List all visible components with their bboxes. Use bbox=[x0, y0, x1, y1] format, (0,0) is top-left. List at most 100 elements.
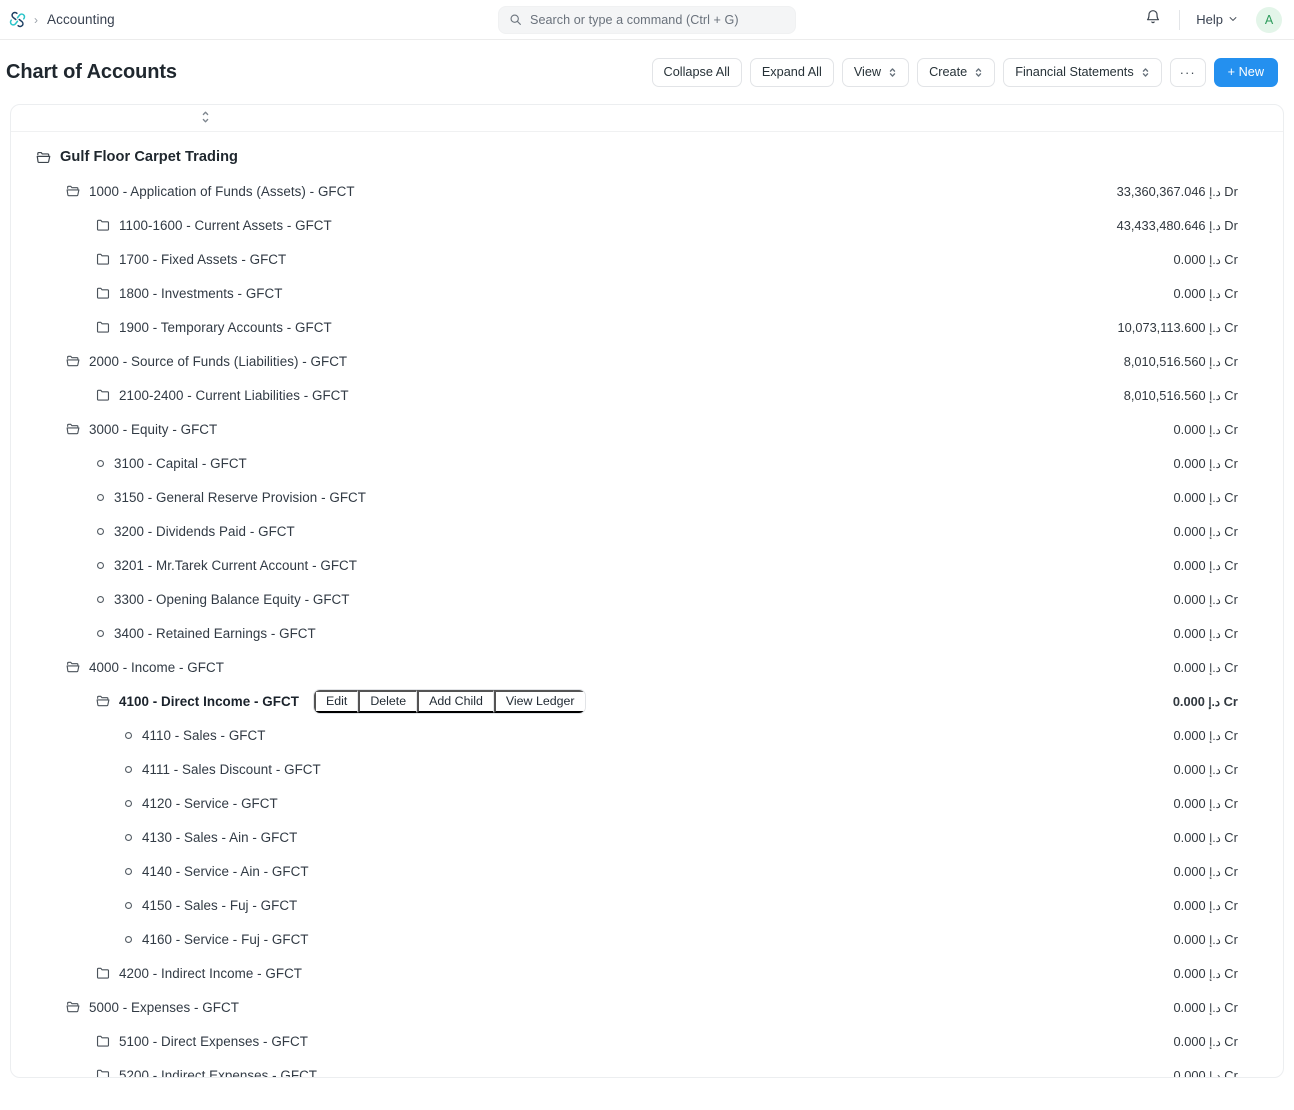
tree-node-label: 4120 - Service - GFCT bbox=[142, 795, 278, 811]
folder-open-icon bbox=[65, 183, 81, 199]
balance-type: Cr bbox=[1224, 625, 1238, 641]
new-button[interactable]: + New bbox=[1213, 57, 1278, 87]
balance-amount: 0.000 bbox=[1173, 421, 1206, 437]
tree-row[interactable]: 4130 - Sales - Ain - GFCT 0.000 د.إ Cr bbox=[11, 820, 1283, 854]
view-menu-button[interactable]: View bbox=[841, 57, 910, 87]
balance-amount: 0.000 bbox=[1173, 625, 1206, 641]
tree-row[interactable]: 4110 - Sales - GFCT 0.000 د.إ Cr bbox=[11, 718, 1283, 752]
tree-row[interactable]: 5200 - Indirect Expenses - GFCT 0.000 د.إ… bbox=[11, 1058, 1283, 1078]
tree-node: 4130 - Sales - Ain - GFCT bbox=[123, 830, 297, 845]
tree-node-label: 4140 - Service - Ain - GFCT bbox=[142, 863, 309, 879]
account-balance: 0.000 د.إ Cr bbox=[1174, 592, 1238, 607]
collapse-all-button[interactable]: Collapse All bbox=[651, 57, 742, 87]
currency-symbol: د.إ bbox=[1209, 253, 1221, 267]
tree-row[interactable]: 1700 - Fixed Assets - GFCT 0.000 د.إ Cr bbox=[11, 242, 1283, 276]
tree-row[interactable]: 3400 - Retained Earnings - GFCT 0.000 د.إ… bbox=[11, 616, 1283, 650]
frappe-pinwheel-logo-icon[interactable] bbox=[4, 7, 30, 33]
balance-amount: 0.000 bbox=[1173, 455, 1206, 471]
tree-row[interactable]: 4100 - Direct Income - GFCT Edit Delete Add… bbox=[11, 684, 1283, 718]
balance-amount: 33,360,367.046 bbox=[1116, 183, 1206, 199]
tree-row[interactable]: 4000 - Income - GFCT 0.000 د.إ Cr bbox=[11, 650, 1283, 684]
tree-row[interactable]: 4160 - Service - Fuj - GFCT 0.000 د.إ Cr bbox=[11, 922, 1283, 956]
page-toolbar: Collapse All Expand All View Create Fina… bbox=[651, 57, 1278, 87]
balance-type: Cr bbox=[1224, 1033, 1238, 1049]
tree-row[interactable]: 3150 - General Reserve Provision - GFCT 0… bbox=[11, 480, 1283, 514]
circle-icon bbox=[123, 764, 134, 775]
currency-symbol: د.إ bbox=[1209, 185, 1221, 199]
tree-node-label: 1000 - Application of Funds (Assets) - G… bbox=[89, 183, 355, 199]
notifications-button[interactable] bbox=[1137, 5, 1169, 35]
add-child-button[interactable]: Add Child bbox=[417, 689, 494, 713]
tree-row[interactable]: 4200 - Indirect Income - GFCT 0.000 د.إ C… bbox=[11, 956, 1283, 990]
tree-row[interactable]: 2100-2400 - Current Liabilities - GFCT 8,… bbox=[11, 378, 1283, 412]
account-balance: 0.000 د.إ Cr bbox=[1174, 1068, 1238, 1078]
tree-row[interactable]: 1100-1600 - Current Assets - GFCT 43,433,… bbox=[11, 208, 1283, 242]
tree-node: 3100 - Capital - GFCT bbox=[95, 456, 247, 471]
tree-row[interactable]: 3100 - Capital - GFCT 0.000 د.إ Cr bbox=[11, 446, 1283, 480]
folder-open-icon bbox=[65, 659, 81, 675]
delete-button[interactable]: Delete bbox=[358, 689, 418, 713]
top-navbar: › Accounting Help bbox=[0, 0, 1294, 40]
create-label: Create bbox=[929, 65, 968, 79]
expand-all-button[interactable]: Expand All bbox=[749, 57, 834, 87]
balance-amount: 0.000 bbox=[1173, 931, 1206, 947]
breadcrumb-item-accounting[interactable]: Accounting bbox=[47, 12, 115, 27]
tree-row[interactable]: 3200 - Dividends Paid - GFCT 0.000 د.إ Cr bbox=[11, 514, 1283, 548]
folder-open-icon bbox=[65, 353, 81, 369]
tree-node-label: 4111 - Sales Discount - GFCT bbox=[142, 761, 321, 777]
currency-symbol: د.إ bbox=[1209, 525, 1221, 539]
balance-amount: 0.000 bbox=[1173, 761, 1206, 777]
search-input[interactable] bbox=[530, 12, 785, 27]
view-ledger-button[interactable]: View Ledger bbox=[493, 689, 585, 713]
tree-row[interactable]: 3300 - Opening Balance Equity - GFCT 0.00… bbox=[11, 582, 1283, 616]
search-icon bbox=[509, 13, 522, 26]
account-balance: 0.000 د.إ Cr bbox=[1174, 966, 1238, 981]
circle-icon bbox=[95, 560, 106, 571]
tree-row[interactable]: 4150 - Sales - Fuj - GFCT 0.000 د.إ Cr bbox=[11, 888, 1283, 922]
account-balance: 0.000 د.إ Cr bbox=[1174, 1034, 1238, 1049]
global-search-box[interactable] bbox=[498, 5, 796, 34]
tree-row[interactable]: 3000 - Equity - GFCT 0.000 د.إ Cr bbox=[11, 412, 1283, 446]
tree-node: 1700 - Fixed Assets - GFCT bbox=[95, 251, 286, 267]
currency-symbol: د.إ bbox=[1209, 763, 1221, 777]
tree-node-label: 4150 - Sales - Fuj - GFCT bbox=[142, 897, 298, 913]
currency-symbol: د.إ bbox=[1209, 729, 1221, 743]
circle-icon bbox=[123, 866, 134, 877]
tree-row-root[interactable]: Gulf Floor Carpet Trading bbox=[11, 140, 1283, 174]
financial-statements-menu-button[interactable]: Financial Statements bbox=[1003, 57, 1162, 87]
avatar[interactable]: A bbox=[1256, 6, 1282, 33]
create-menu-button[interactable]: Create bbox=[917, 57, 996, 87]
more-options-button[interactable]: ··· bbox=[1169, 57, 1206, 87]
tree-row[interactable]: 5000 - Expenses - GFCT 0.000 د.إ Cr bbox=[11, 990, 1283, 1024]
balance-type: Cr bbox=[1224, 353, 1238, 369]
tree-row[interactable]: 4140 - Service - Ain - GFCT 0.000 د.إ Cr bbox=[11, 854, 1283, 888]
tree-row[interactable]: 4120 - Service - GFCT 0.000 د.إ Cr bbox=[11, 786, 1283, 820]
account-balance: 0.000 د.إ Cr bbox=[1174, 1000, 1238, 1015]
tree-row[interactable]: 1800 - Investments - GFCT 0.000 د.إ Cr bbox=[11, 276, 1283, 310]
tree-row[interactable]: 2000 - Source of Funds (Liabilities) - G… bbox=[11, 344, 1283, 378]
card-resize-handle[interactable] bbox=[11, 105, 1283, 131]
balance-type: Cr bbox=[1224, 489, 1238, 505]
balance-type: Cr bbox=[1224, 761, 1238, 777]
tree-row[interactable]: 1900 - Temporary Accounts - GFCT 10,073,1… bbox=[11, 310, 1283, 344]
page-header: Chart of Accounts Collapse All Expand Al… bbox=[0, 40, 1294, 104]
balance-amount: 0.000 bbox=[1172, 693, 1205, 709]
balance-amount: 0.000 bbox=[1173, 285, 1206, 301]
avatar-initial: A bbox=[1264, 12, 1274, 27]
help-menu-button[interactable]: Help bbox=[1190, 8, 1244, 31]
tree-row[interactable]: 4111 - Sales Discount - GFCT 0.000 د.إ Cr bbox=[11, 752, 1283, 786]
edit-button[interactable]: Edit bbox=[313, 689, 359, 713]
currency-symbol: د.إ bbox=[1209, 967, 1221, 981]
account-balance: 0.000 د.إ Cr bbox=[1174, 864, 1238, 879]
tree-row[interactable]: 1000 - Application of Funds (Assets) - G… bbox=[11, 174, 1283, 208]
tree-row[interactable]: 3201 - Mr.Tarek Current Account - GFCT 0.… bbox=[11, 548, 1283, 582]
balance-type: Cr bbox=[1224, 897, 1238, 913]
tree-node-label: 4160 - Service - Fuj - GFCT bbox=[142, 931, 309, 947]
balance-amount: 0.000 bbox=[1173, 795, 1206, 811]
currency-symbol: د.إ bbox=[1209, 831, 1221, 845]
account-balance: 0.000 د.إ Cr bbox=[1174, 558, 1238, 573]
tree-node: 1800 - Investments - GFCT bbox=[95, 285, 282, 301]
tree-row[interactable]: 5100 - Direct Expenses - GFCT 0.000 د.إ C… bbox=[11, 1024, 1283, 1058]
balance-amount: 43,433,480.646 bbox=[1116, 217, 1206, 233]
currency-symbol: د.إ bbox=[1209, 355, 1221, 369]
